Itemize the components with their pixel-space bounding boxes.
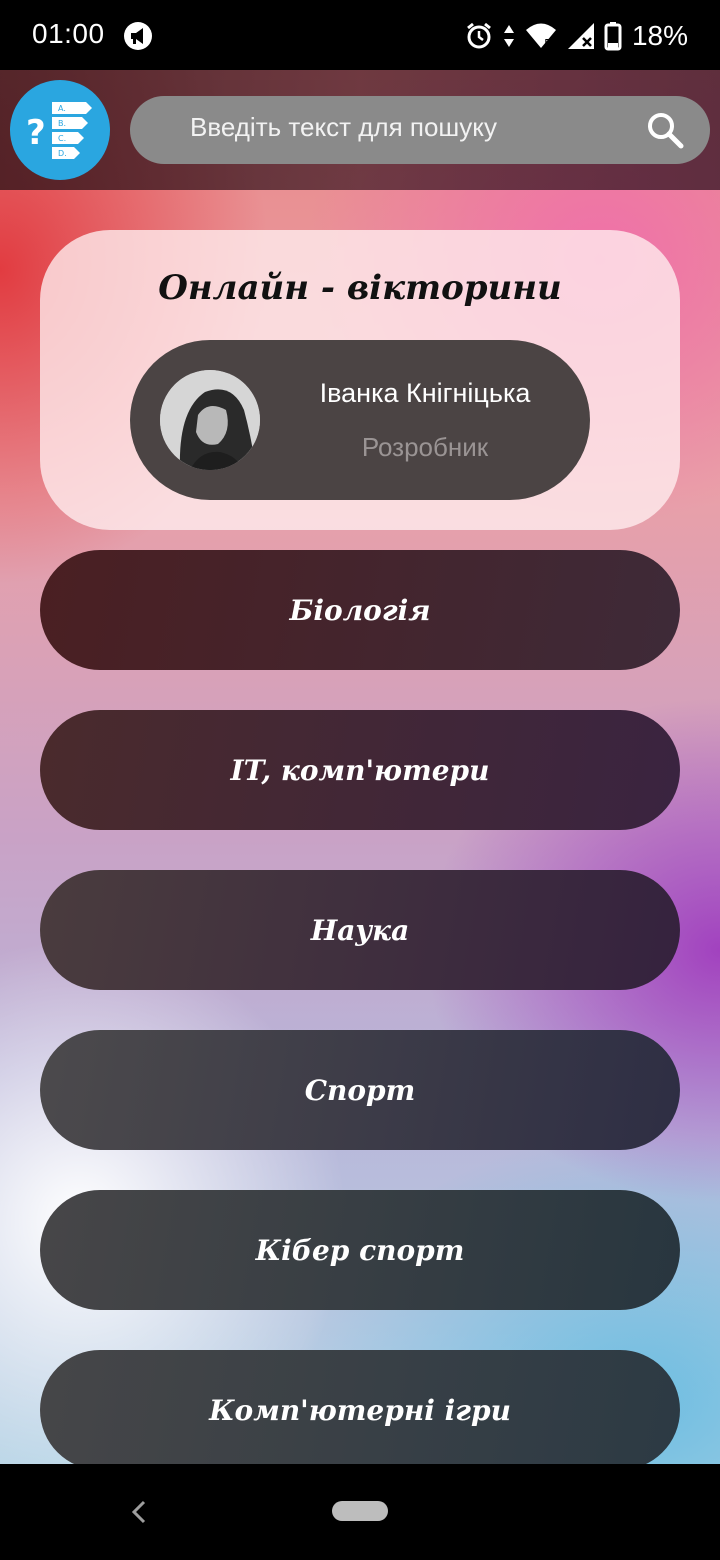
megaphone-icon: [122, 20, 154, 52]
svg-text:D.: D.: [58, 149, 67, 158]
signal-icon: [566, 21, 596, 51]
data-arrows-icon: [502, 21, 516, 51]
search-icon[interactable]: [646, 111, 684, 153]
category-biology-button[interactable]: Біологія: [40, 550, 680, 670]
developer-name: Іванка Кнігніцька: [319, 378, 531, 408]
svg-text:A.: A.: [58, 104, 66, 113]
search-bar[interactable]: [130, 96, 710, 164]
svg-text:?: ?: [26, 113, 46, 153]
category-it-button[interactable]: IT, комп'ютери: [40, 710, 680, 830]
app-header: ? A. B. C. D.: [0, 70, 720, 190]
home-pill[interactable]: [332, 1501, 388, 1521]
category-sport-button[interactable]: Спорт: [40, 1030, 680, 1150]
app-title: Онлайн - вікторини: [158, 268, 562, 308]
developer-profile[interactable]: Іванка Кнігніцька Розробник: [130, 340, 590, 500]
status-icons: 5 18%: [464, 16, 688, 56]
category-games-button[interactable]: Комп'ютерні ігри: [40, 1350, 680, 1470]
status-bar: 01:00 5 18%: [0, 0, 720, 70]
svg-text:5: 5: [544, 37, 552, 51]
wifi-icon: 5: [524, 21, 558, 51]
battery-icon: [604, 21, 622, 51]
alarm-icon: [464, 21, 494, 51]
search-input[interactable]: [190, 112, 630, 143]
developer-role: Розробник: [361, 432, 489, 462]
svg-text:B.: B.: [58, 119, 66, 128]
svg-text:C.: C.: [58, 134, 66, 143]
category-science-button[interactable]: Наука: [40, 870, 680, 990]
profile-card: Онлайн - вікторини Іванка Кнігніцька Роз…: [40, 230, 680, 530]
status-time: 01:00: [32, 18, 105, 49]
avatar: [160, 370, 260, 470]
back-icon[interactable]: [128, 1499, 148, 1529]
battery-percent: 18%: [631, 20, 688, 51]
category-esport-button[interactable]: Кібер спорт: [40, 1190, 680, 1310]
quiz-logo-icon[interactable]: ? A. B. C. D.: [10, 80, 110, 180]
